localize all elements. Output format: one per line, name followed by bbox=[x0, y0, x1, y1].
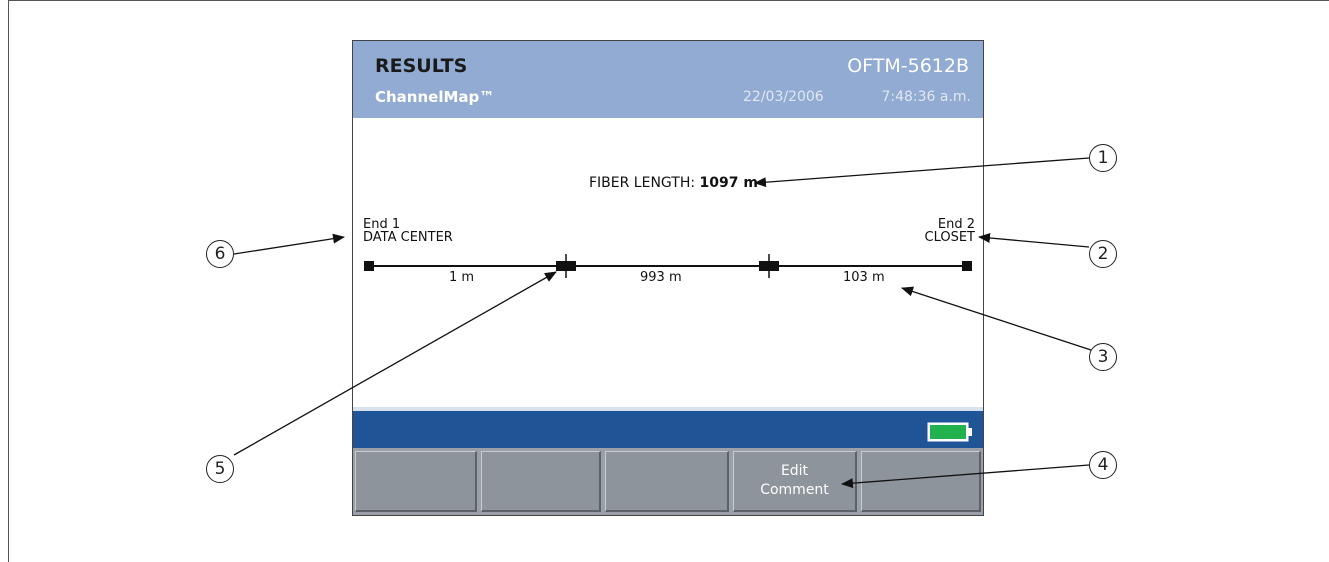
leader-3 bbox=[901, 286, 1092, 351]
callout-5: 5 bbox=[206, 455, 234, 483]
leader-5 bbox=[233, 271, 557, 456]
leader-4 bbox=[841, 464, 1090, 489]
leader-1 bbox=[754, 157, 1090, 188]
leader-2 bbox=[978, 233, 1090, 248]
callout-4: 4 bbox=[1089, 451, 1117, 479]
callout-1: 1 bbox=[1089, 144, 1117, 172]
callout-3: 3 bbox=[1089, 343, 1117, 371]
callout-leaders bbox=[233, 157, 1092, 489]
callout-2: 2 bbox=[1089, 240, 1117, 268]
callout-6: 6 bbox=[206, 240, 234, 268]
leader-6 bbox=[233, 233, 345, 255]
